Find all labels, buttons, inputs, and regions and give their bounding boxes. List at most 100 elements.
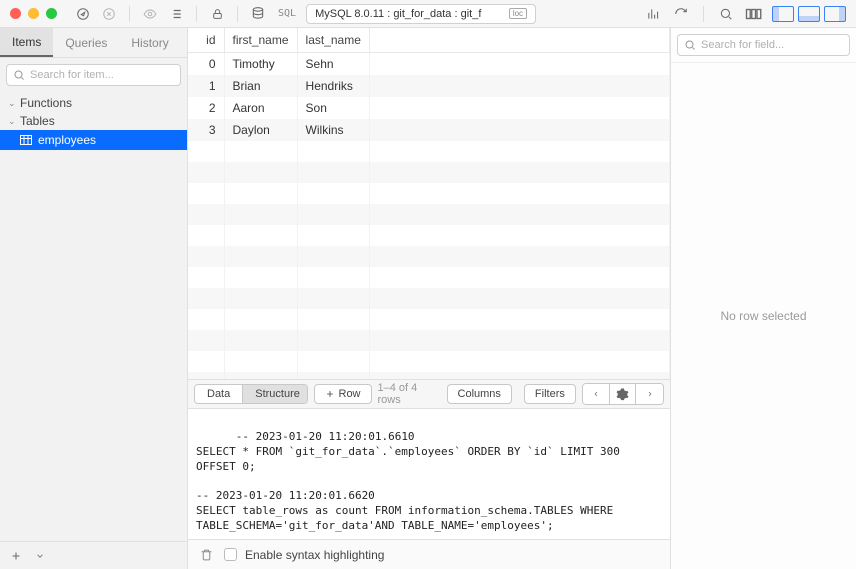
cell-last-name [297, 372, 369, 379]
cell-last-name [297, 204, 369, 225]
cell-last-name [297, 162, 369, 183]
cell-last-name: Hendriks [297, 75, 369, 97]
prev-page-button[interactable] [583, 384, 610, 404]
toggle-left-panel-button[interactable] [772, 6, 794, 22]
reload-icon[interactable] [671, 4, 691, 24]
col-header-empty [369, 28, 669, 53]
filters-button[interactable]: Filters [524, 384, 576, 404]
list-icon[interactable] [166, 4, 186, 24]
schema-tree: ⌄ Functions ⌄ Tables employees [0, 92, 187, 541]
sidebar-footer [0, 541, 187, 569]
tree-group-functions[interactable]: ⌄ Functions [0, 94, 187, 112]
sql-label: SQL [274, 8, 300, 19]
table-icon [20, 135, 32, 145]
table-row [188, 204, 670, 225]
table-row [188, 372, 670, 379]
cell-id: 2 [188, 97, 224, 119]
cell-last-name [297, 225, 369, 246]
cell-id [188, 141, 224, 162]
settings-button[interactable] [610, 384, 637, 404]
cell-last-name: Sehn [297, 53, 369, 76]
chevron-down-icon: ⌄ [8, 98, 16, 109]
inspector-panel: No row selected [670, 28, 856, 569]
database-icon[interactable] [248, 4, 268, 24]
cell-id [188, 288, 224, 309]
cell-id [188, 162, 224, 183]
tree-item-employees[interactable]: employees [0, 130, 187, 150]
tab-history[interactable]: History [119, 28, 180, 57]
inspector-empty-state: No row selected [671, 63, 856, 569]
results-toolbar: Data Structure Row 1–4 of 4 rows Columns… [188, 379, 670, 409]
col-header-first-name[interactable]: first_name [224, 28, 297, 53]
minimize-window-button[interactable] [28, 8, 39, 19]
close-window-button[interactable] [10, 8, 21, 19]
cell-first-name [224, 288, 297, 309]
table-row[interactable]: 0TimothySehn [188, 53, 670, 76]
table-row[interactable]: 1BrianHendriks [188, 75, 670, 97]
compass-icon[interactable] [73, 4, 93, 24]
structure-tab-button[interactable]: Structure [243, 385, 307, 403]
trash-icon[interactable] [196, 545, 216, 565]
cell-id: 3 [188, 119, 224, 141]
table-header-row: id first_name last_name [188, 28, 670, 53]
lock-icon[interactable] [207, 4, 227, 24]
cell-empty [369, 53, 669, 76]
rows-info: 1–4 of 4 rows [378, 382, 441, 406]
zoom-window-button[interactable] [46, 8, 57, 19]
cell-id [188, 330, 224, 351]
columns-icon[interactable] [744, 4, 764, 24]
results-nav [582, 383, 664, 405]
chart-icon[interactable] [643, 4, 663, 24]
data-grid[interactable]: id first_name last_name 0TimothySehn1Bri… [188, 28, 670, 379]
cell-last-name [297, 309, 369, 330]
connection-selector[interactable]: MySQL 8.0.11 : git_for_data : git_f loc [306, 4, 536, 24]
table-row[interactable]: 3DaylonWilkins [188, 119, 670, 141]
tree-group-tables[interactable]: ⌄ Tables [0, 112, 187, 130]
titlebar: SQL MySQL 8.0.11 : git_for_data : git_f … [0, 0, 856, 28]
add-button[interactable] [6, 546, 26, 566]
dropdown-button[interactable] [30, 546, 50, 566]
cell-first-name [224, 267, 297, 288]
cell-id [188, 267, 224, 288]
cell-empty [369, 162, 669, 183]
window-controls [10, 8, 57, 19]
toggle-right-panel-button[interactable] [824, 6, 846, 22]
tab-items[interactable]: Items [0, 28, 53, 57]
cell-first-name: Brian [224, 75, 297, 97]
cell-first-name [224, 372, 297, 379]
cell-empty [369, 267, 669, 288]
cell-empty [369, 288, 669, 309]
table-row [188, 351, 670, 372]
sidebar-search-input[interactable] [30, 69, 174, 81]
search-icon[interactable] [716, 4, 736, 24]
cell-empty [369, 204, 669, 225]
cell-first-name [224, 351, 297, 372]
inspector-search[interactable] [677, 34, 850, 56]
col-header-id[interactable]: id [188, 28, 224, 53]
toggle-bottom-panel-button[interactable] [798, 6, 820, 22]
syntax-highlight-label: Enable syntax highlighting [245, 548, 384, 562]
cell-id [188, 351, 224, 372]
next-page-button[interactable] [636, 384, 663, 404]
table-row [188, 309, 670, 330]
cell-empty [369, 372, 669, 379]
syntax-highlight-checkbox[interactable] [224, 548, 237, 561]
col-header-last-name[interactable]: last_name [297, 28, 369, 53]
cell-id [188, 225, 224, 246]
data-tab-button[interactable]: Data [195, 385, 243, 403]
cell-id [188, 204, 224, 225]
tab-queries[interactable]: Queries [53, 28, 119, 57]
query-log[interactable]: -- 2023-01-20 11:20:01.6610 SELECT * FRO… [188, 409, 670, 539]
cell-first-name [224, 141, 297, 162]
cell-id: 0 [188, 53, 224, 76]
connection-text: MySQL 8.0.11 : git_for_data : git_f [315, 8, 481, 20]
chevron-down-icon: ⌄ [8, 116, 16, 127]
table-row [188, 141, 670, 162]
cell-empty [369, 97, 669, 119]
columns-button[interactable]: Columns [447, 384, 512, 404]
add-row-button[interactable]: Row [314, 384, 372, 404]
sidebar-search[interactable] [6, 64, 181, 86]
table-row[interactable]: 2AaronSon [188, 97, 670, 119]
inspector-search-input[interactable] [701, 39, 843, 51]
cell-empty [369, 246, 669, 267]
